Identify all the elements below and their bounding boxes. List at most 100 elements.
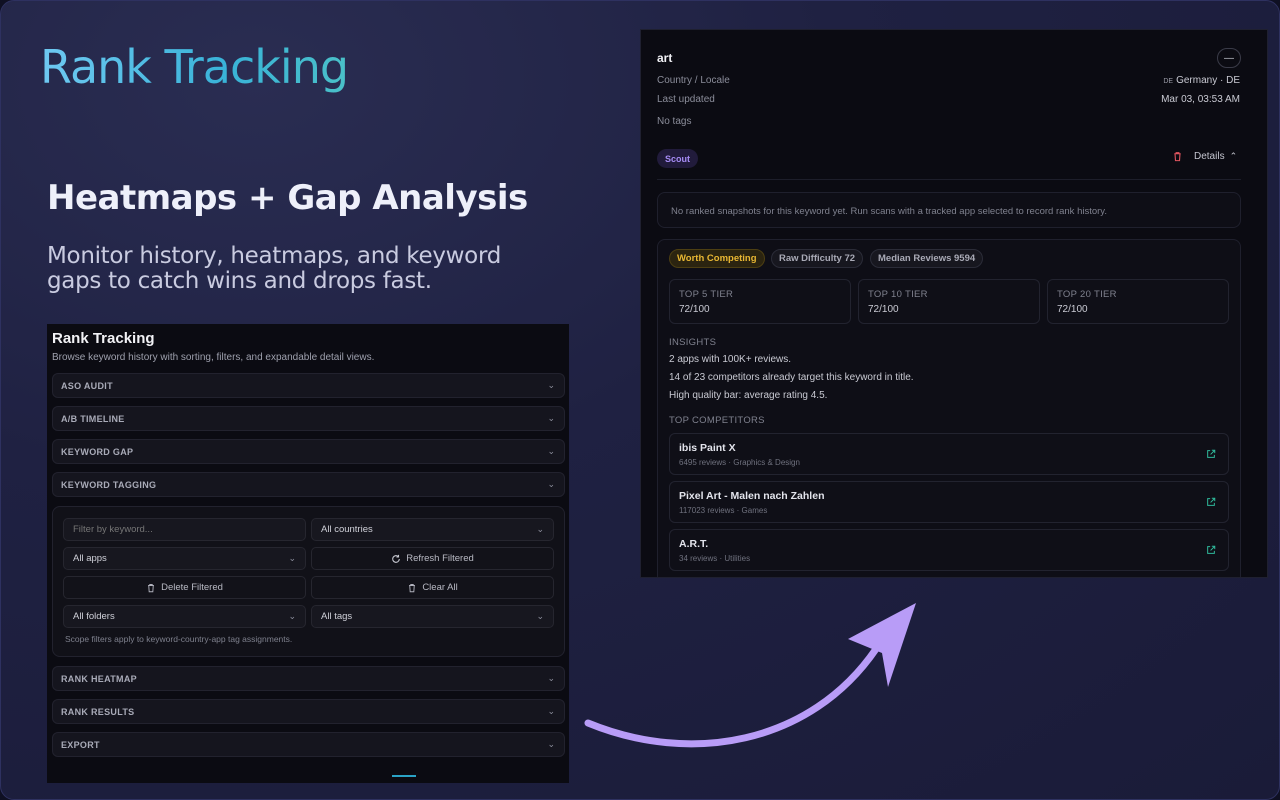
competitor-meta: 6495 reviews · Graphics & Design — [679, 458, 800, 467]
worth-competing-pill: Worth Competing — [669, 249, 765, 268]
tier-label: TOP 20 TIER — [1057, 289, 1117, 300]
chevron-down-icon: ⌄ — [547, 479, 555, 489]
insight-item: 2 apps with 100K+ reviews. — [669, 354, 792, 365]
tier-card-top10: TOP 10 TIER 72/100 — [858, 279, 1040, 324]
accordion-ab-timeline[interactable]: A/B TIMELINE ⌄ — [52, 406, 565, 431]
tags-select-value: All tags — [321, 611, 353, 622]
curved-arrow-icon — [584, 603, 916, 748]
refresh-icon — [392, 554, 401, 563]
competitor-card[interactable]: Pixel Art - Malen nach Zahlen 117023 rev… — [669, 481, 1229, 523]
tier-label: TOP 10 TIER — [868, 289, 928, 300]
tier-value: 72/100 — [1057, 304, 1088, 315]
subline: Monitor history, heatmaps, and keyword g… — [47, 243, 501, 294]
external-link-icon[interactable] — [1206, 449, 1216, 459]
country-label: Country / Locale — [657, 75, 730, 86]
competitor-meta: 117023 reviews · Games — [679, 506, 768, 515]
chevron-down-icon: ⌄ — [547, 739, 555, 749]
accordion-rank-heatmap[interactable]: RANK HEATMAP ⌄ — [52, 666, 565, 691]
accordion-aso-audit[interactable]: ASO AUDIT ⌄ — [52, 373, 565, 398]
competitor-meta: 34 reviews · Utilities — [679, 554, 751, 563]
updated-value: Mar 03, 03:53 AM — [1161, 94, 1240, 105]
empty-state-box: No ranked snapshots for this keyword yet… — [657, 192, 1241, 228]
insight-item: 14 of 23 competitors already target this… — [669, 372, 914, 383]
divider — [657, 179, 1241, 180]
chevron-down-icon: ⌄ — [547, 706, 555, 716]
refresh-filtered-button[interactable]: Refresh Filtered — [311, 547, 554, 570]
details-label: Details — [1194, 151, 1225, 162]
accordion-label: ASO AUDIT — [61, 380, 113, 391]
country-name: Germany · DE — [1176, 75, 1240, 86]
rank-tracking-panel: Rank Tracking Browse keyword history wit… — [47, 324, 569, 783]
accordion-label: A/B TIMELINE — [61, 413, 125, 424]
trash-icon — [409, 583, 416, 592]
chevron-down-icon: ⌄ — [536, 524, 544, 534]
updated-label: Last updated — [657, 94, 715, 105]
trash-icon — [148, 583, 155, 592]
accordion-label: RANK HEATMAP — [61, 673, 137, 684]
chevron-down-icon: ⌄ — [288, 553, 296, 563]
scope-note: Scope filters apply to keyword-country-a… — [65, 634, 293, 644]
chevron-down-icon: ⌄ — [547, 673, 555, 683]
accordion-label: EXPORT — [61, 739, 100, 750]
chevron-down-icon: ⌄ — [288, 611, 296, 621]
keyword-detail-panel: art — Country / Locale DE Germany · DE La… — [640, 29, 1268, 578]
chevron-down-icon: ⌄ — [547, 446, 555, 456]
headline: Heatmaps + Gap Analysis — [47, 178, 528, 218]
tier-card-top20: TOP 20 TIER 72/100 — [1047, 279, 1229, 324]
competitor-card[interactable]: A.R.T. 34 reviews · Utilities — [669, 529, 1229, 571]
accordion-label: KEYWORD TAGGING — [61, 479, 157, 490]
delete-filtered-button[interactable]: Delete Filtered — [63, 576, 306, 599]
country-value: DE Germany · DE — [1163, 75, 1240, 86]
apps-select-value: All apps — [73, 553, 107, 564]
external-link-icon[interactable] — [1206, 497, 1216, 507]
raw-difficulty-pill: Raw Difficulty 72 — [771, 249, 864, 268]
collapse-button[interactable]: — — [1217, 48, 1241, 68]
apps-select[interactable]: All apps ⌄ — [63, 547, 306, 570]
trash-icon[interactable] — [1172, 151, 1183, 162]
chevron-up-icon: ⌃ — [1229, 151, 1238, 161]
tags-select[interactable]: All tags ⌄ — [311, 605, 554, 628]
keyword-title: art — [657, 51, 673, 65]
competitor-name: Pixel Art - Malen nach Zahlen — [679, 490, 825, 502]
competitor-card[interactable]: ibis Paint X 6495 reviews · Graphics & D… — [669, 433, 1229, 475]
chevron-down-icon: ⌄ — [547, 380, 555, 390]
accordion-keyword-tagging[interactable]: KEYWORD TAGGING ⌄ — [52, 472, 565, 497]
details-toggle[interactable]: Details ⌃ — [1172, 151, 1237, 162]
tier-value: 72/100 — [868, 304, 899, 315]
delete-filtered-label: Delete Filtered — [161, 582, 223, 593]
countries-select-value: All countries — [321, 524, 373, 535]
keyword-filter-input[interactable] — [63, 518, 306, 541]
accordion-label: RANK RESULTS — [61, 706, 135, 717]
competitor-card — [669, 577, 1229, 578]
insights-heading: INSIGHTS — [669, 337, 717, 348]
competitor-name: ibis Paint X — [679, 442, 736, 454]
accordion-rank-results[interactable]: RANK RESULTS ⌄ — [52, 699, 565, 724]
accordion-export[interactable]: EXPORT ⌄ — [52, 732, 565, 757]
scroll-indicator — [392, 775, 416, 777]
refresh-filtered-label: Refresh Filtered — [406, 553, 474, 564]
tier-value: 72/100 — [679, 304, 710, 315]
chevron-down-icon: ⌄ — [536, 611, 544, 621]
clear-all-button[interactable]: Clear All — [311, 576, 554, 599]
folders-select-value: All folders — [73, 611, 115, 622]
chevron-down-icon: ⌄ — [547, 413, 555, 423]
top-competitors-heading: TOP COMPETITORS — [669, 415, 765, 426]
brand-title: Rank Tracking — [40, 40, 349, 94]
empty-state-message: No ranked snapshots for this keyword yet… — [671, 206, 1107, 217]
tier-card-top5: TOP 5 TIER 72/100 — [669, 279, 851, 324]
clear-all-label: Clear All — [422, 582, 458, 593]
external-link-icon[interactable] — [1206, 545, 1216, 555]
countries-select[interactable]: All countries ⌄ — [311, 518, 554, 541]
panel-description: Browse keyword history with sorting, fil… — [52, 352, 375, 363]
insight-item: High quality bar: average rating 4.5. — [669, 390, 828, 401]
tier-label: TOP 5 TIER — [679, 289, 734, 300]
folders-select[interactable]: All folders ⌄ — [63, 605, 306, 628]
panel-title: Rank Tracking — [52, 330, 155, 347]
median-reviews-pill: Median Reviews 9594 — [870, 249, 984, 268]
country-code: DE — [1163, 78, 1174, 85]
accordion-keyword-gap[interactable]: KEYWORD GAP ⌄ — [52, 439, 565, 464]
scout-badge: Scout — [657, 149, 699, 168]
tags-text: No tags — [657, 116, 692, 127]
competitor-name: A.R.T. — [679, 538, 709, 550]
accordion-label: KEYWORD GAP — [61, 446, 134, 457]
